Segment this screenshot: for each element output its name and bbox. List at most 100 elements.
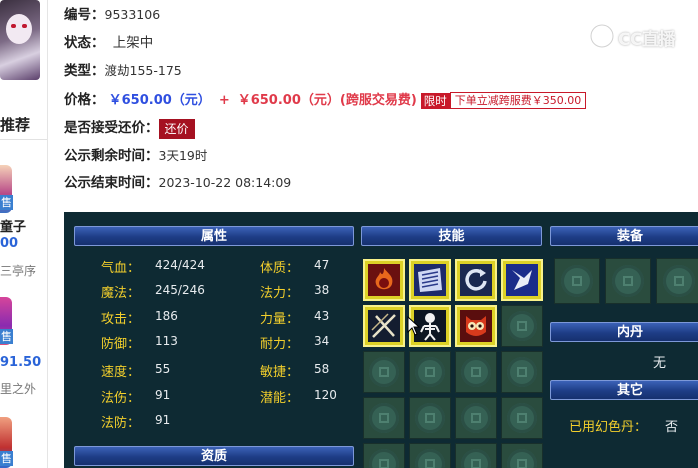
recommend-sidebar: 推荐 售 童子 00 三亭序 售 91.50 里之外 售 [0, 0, 48, 468]
pet-face-image [6, 14, 32, 44]
mouse-cursor-icon [407, 316, 421, 336]
price-row: 价格： ￥650.00（元） + ￥650.00（元）(跨服交易费) 限时 下单立减跨服… [64, 90, 587, 110]
empty-slot-emblem [461, 403, 491, 433]
remain-value: 3天19时 [158, 148, 208, 163]
empty-skill-slot [455, 443, 497, 468]
attr-value: 120 [314, 388, 337, 402]
empty-skill-slot [501, 351, 543, 393]
empty-slot-emblem [415, 357, 445, 387]
shield-icon [512, 270, 532, 290]
id-row: 编号：9533106 [64, 5, 160, 25]
price-value: ￥650.00（元） [108, 93, 211, 108]
status-row: 状态： 上架中 [64, 33, 153, 53]
attr-value: 34 [314, 334, 330, 348]
empty-skill-slot [409, 397, 451, 439]
end-time-label: 公示结束时间： [64, 175, 159, 191]
price-plus: + [218, 93, 230, 108]
empty-slot-emblem [369, 357, 399, 387]
pet-eye-right [22, 24, 27, 28]
spin-skill-icon[interactable] [455, 259, 497, 301]
attr-label: 法防： [101, 416, 141, 431]
recommend-item-price-1: 00 [0, 236, 19, 251]
discount-notice: 下单立减跨服费￥350.00 [449, 92, 587, 109]
dye-pill-label: 已用幻色丹： [569, 420, 648, 435]
stream-watermark: CC直播 [588, 22, 680, 50]
price-label: 价格： [64, 92, 105, 108]
attr-value: 47 [314, 258, 330, 272]
cross-swords-skill-icon[interactable] [363, 305, 405, 347]
empty-skill-slot [501, 305, 543, 347]
attr-label: 法力： [260, 286, 300, 301]
empty-skill-slot [363, 351, 405, 393]
status-label: 状态： [64, 35, 105, 51]
pet-detail-panel: 属性 技能 装备 内丹 其它 资质 气血： 424/424 魔法： 245/24… [64, 212, 698, 468]
empty-slot-emblem [369, 449, 399, 468]
owl-icon [466, 316, 486, 336]
sale-badge-1: 售 [0, 195, 13, 210]
empty-skill-slot [455, 397, 497, 439]
pet-eye-left [11, 24, 16, 28]
watermark-logo-icon [589, 23, 615, 49]
scroll-skill-icon[interactable] [409, 259, 451, 301]
resources-header: 资质 [74, 446, 354, 466]
end-time-row: 公示结束时间：2023-10-22 08:14:09 [64, 173, 291, 193]
cross-server-fee: ￥650.00（元）(跨服交易费) [237, 93, 417, 108]
empty-slot-emblem [507, 311, 537, 341]
attr-label: 力量： [260, 312, 300, 327]
equipment-slot-emblem [663, 265, 695, 297]
attr-label: 防御： [101, 337, 141, 352]
attr-value: 113 [155, 334, 178, 348]
skills-header: 技能 [361, 226, 542, 246]
pet-thumbnail[interactable] [0, 0, 40, 80]
cross-swords-icon [371, 313, 396, 338]
attributes-header: 属性 [74, 226, 354, 246]
type-value: 渡劫155-175 [104, 63, 182, 78]
equipment-slot[interactable] [656, 258, 698, 304]
fire-icon [375, 268, 393, 290]
empty-skill-slot [409, 443, 451, 468]
shield-skill-icon[interactable] [501, 259, 543, 301]
counter-offer-button[interactable]: 还价 [158, 118, 195, 139]
empty-slot-emblem [461, 357, 491, 387]
fire-skill-icon[interactable] [363, 259, 405, 301]
empty-slot-emblem [507, 357, 537, 387]
scroll-icon [418, 268, 442, 292]
id-value: 9533106 [104, 7, 161, 22]
shield-skill-art [506, 264, 538, 296]
equipment-slot[interactable] [554, 258, 600, 304]
attr-label: 攻击： [101, 312, 141, 327]
attr-value: 91 [155, 388, 171, 402]
empty-slot-emblem [507, 449, 537, 468]
empty-slot-emblem [507, 403, 537, 433]
empty-skill-slot [501, 443, 543, 468]
cross-swords-skill-art [368, 310, 400, 342]
attr-label: 体质： [260, 261, 300, 276]
remain-row: 公示剩余时间：3天19时 [64, 146, 207, 166]
sidebar-divider [0, 139, 47, 140]
recommend-item-price-2: 91.50 [0, 355, 42, 370]
attr-value: 91 [155, 413, 171, 427]
other-header: 其它 [550, 380, 698, 400]
sale-badge-2: 售 [0, 329, 13, 344]
attr-label: 速度： [101, 365, 141, 380]
inner-dan-value: 无 [653, 356, 667, 371]
inner-dan-header: 内丹 [550, 322, 698, 342]
attr-label: 魔法： [101, 286, 141, 301]
counter-offer-row: 是否接受还价： 还价 [64, 118, 195, 139]
empty-slot-emblem [415, 403, 445, 433]
recommend-item-name-1[interactable]: 童子 [0, 216, 26, 235]
attr-value: 186 [155, 309, 178, 323]
recommend-title: 推荐 [0, 116, 31, 134]
empty-slot-emblem [461, 449, 491, 468]
status-value: 上架中 [112, 35, 154, 51]
dye-pill-value: 否 [665, 420, 679, 435]
sidebar-border [47, 0, 48, 468]
spin-skill-art [460, 264, 492, 296]
empty-slot-emblem [369, 403, 399, 433]
equipment-slot-emblem [561, 265, 593, 297]
recommend-item-desc-1: 三亭序 [0, 264, 37, 278]
end-time-value: 2023-10-22 08:14:09 [158, 175, 292, 190]
empty-skill-slot [363, 443, 405, 468]
owl-skill-icon[interactable] [455, 305, 497, 347]
equipment-slot[interactable] [605, 258, 651, 304]
